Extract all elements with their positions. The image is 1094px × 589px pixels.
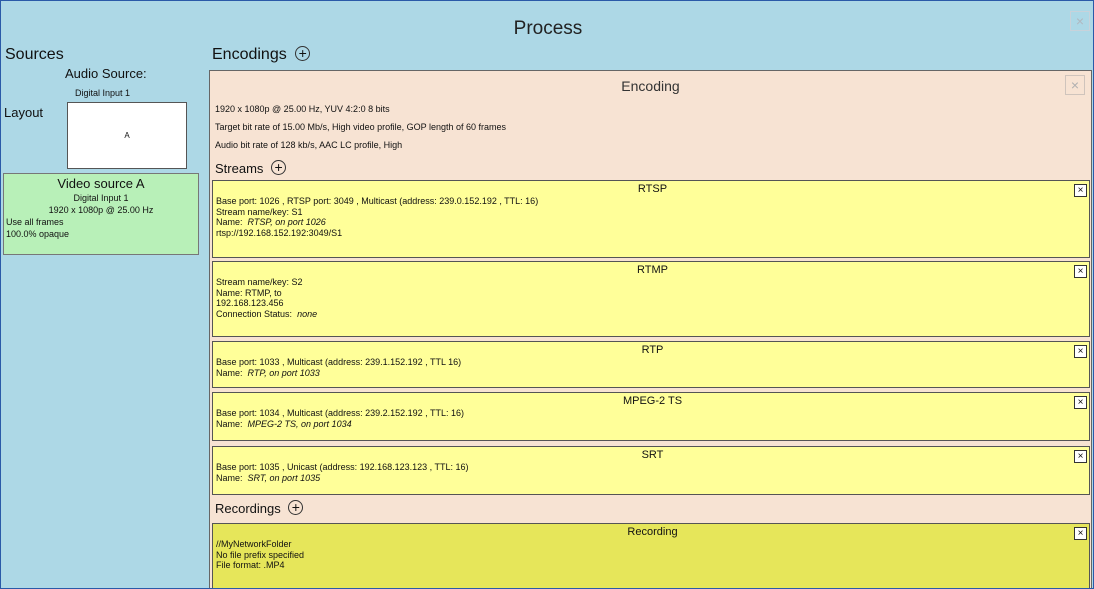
audio-source-value[interactable]: Digital Input 1: [75, 87, 130, 99]
stream-card-mpeg2ts[interactable]: MPEG-2 TS × Base port: 1034 , Multicast …: [212, 392, 1090, 441]
video-source-frames: Use all frames: [6, 217, 64, 227]
streams-heading-label: Streams: [215, 161, 264, 176]
stream-card-rtp[interactable]: RTP × Base port: 1033 , Multicast (addre…: [212, 341, 1090, 388]
stream-name-row: Name: SRT, on port 1035: [216, 473, 1089, 484]
stream-title: RTSP: [637, 183, 668, 195]
recording-title: Recording: [627, 526, 678, 538]
recording-close-button[interactable]: ×: [1074, 527, 1087, 540]
stream-name-label: Name:: [216, 472, 243, 483]
recording-prefix: No file prefix specified: [216, 549, 305, 560]
encoding-audio: Audio bit rate of 128 kb/s, AAC LC profi…: [215, 140, 403, 150]
stream-name-row: Name: RTP, on port 1033: [216, 368, 1089, 379]
stream-name-value: SRT, on port 1035: [247, 472, 321, 483]
stream-close-button[interactable]: ×: [1074, 450, 1087, 463]
add-recording-button[interactable]: +: [288, 500, 304, 515]
stream-name: Name: RTMP, to: [216, 287, 282, 298]
stream-close-button[interactable]: ×: [1074, 184, 1087, 197]
encodings-heading-label: Encodings: [212, 46, 287, 63]
process-window: Process × Sources Audio Source: Digital …: [0, 0, 1094, 589]
stream-close-button[interactable]: ×: [1074, 396, 1087, 409]
stream-url: rtsp://192.168.152.192:3049/S1: [216, 227, 343, 238]
window-title: Process: [513, 18, 583, 39]
stream-title: MPEG-2 TS: [622, 395, 683, 407]
recording-card[interactable]: Recording × //MyNetworkFolder No file pr…: [212, 523, 1090, 588]
stream-close-button[interactable]: ×: [1074, 345, 1087, 358]
encoding-bitrate: Target bit rate of 15.00 Mb/s, High vide…: [215, 122, 506, 132]
recordings-heading-label: Recordings: [215, 501, 281, 516]
stream-title: RTP: [641, 344, 664, 356]
encodings-heading: Encodings +: [212, 45, 311, 65]
recording-folder: //MyNetworkFolder: [216, 539, 292, 549]
recording-format: File format: .MP4: [216, 560, 285, 570]
stream-status-value: none: [297, 308, 318, 319]
video-source-title: Video source A: [57, 176, 145, 191]
stream-card-rtmp[interactable]: RTMP × Stream name/key: S2 Name: RTMP, t…: [212, 261, 1090, 337]
stream-detail: Base port: 1026 , RTSP port: 3049 , Mult…: [216, 196, 539, 206]
stream-name-value: RTSP, on port 1026: [247, 217, 326, 227]
stream-card-rtsp[interactable]: RTSP × Base port: 1026 , RTSP port: 3049…: [212, 180, 1090, 258]
stream-status-label: Connection Status:: [216, 308, 293, 319]
stream-detail: Base port: 1033 , Multicast (address: 23…: [216, 357, 462, 367]
add-encoding-button[interactable]: +: [295, 46, 311, 61]
audio-source-label: Audio Source:: [65, 66, 147, 81]
sources-heading: Sources: [5, 46, 64, 63]
stream-name-label: Name:: [216, 367, 243, 378]
stream-title: SRT: [641, 449, 664, 461]
stream-name-value: MPEG-2 TS, on port 1034: [247, 418, 352, 429]
stream-detail: Base port: 1034 , Multicast (address: 23…: [216, 408, 464, 418]
recordings-heading: Recordings +: [215, 500, 304, 518]
stream-status-row: Connection Status: none: [216, 309, 1089, 320]
encoding-panel[interactable]: Encoding × 1920 x 1080p @ 25.00 Hz, YUV …: [209, 70, 1092, 588]
stream-card-srt[interactable]: SRT × Base port: 1035 , Unicast (address…: [212, 446, 1090, 495]
video-source-input: Digital Input 1: [73, 193, 129, 203]
add-stream-button[interactable]: +: [271, 160, 287, 175]
stream-name-label: Name:: [216, 217, 243, 227]
stream-name-row: Name: MPEG-2 TS, on port 1034: [216, 419, 1089, 430]
stream-title: RTMP: [637, 264, 668, 276]
encoding-title: Encoding: [621, 78, 680, 94]
encoding-close-button[interactable]: ×: [1065, 75, 1085, 95]
video-source-opacity: 100.0% opaque: [6, 229, 70, 239]
stream-close-button[interactable]: ×: [1074, 265, 1087, 278]
encoding-video-format: 1920 x 1080p @ 25.00 Hz, YUV 4:2:0 8 bit…: [215, 104, 390, 114]
stream-key: Stream name/key: S1: [216, 206, 303, 217]
stream-host: 192.168.123.456: [216, 298, 284, 308]
streams-heading: Streams +: [215, 160, 287, 178]
video-source-format: 1920 x 1080p @ 25.00 Hz: [48, 205, 154, 215]
stream-name-value: RTP, on port 1033: [247, 367, 320, 378]
stream-name-label: Name:: [216, 418, 243, 429]
stream-key: Stream name/key: S2: [216, 277, 303, 287]
layout-label: Layout: [4, 105, 44, 120]
stream-detail: Base port: 1035 , Unicast (address: 192.…: [216, 462, 469, 472]
video-source-card[interactable]: Video source A Digital Input 1 1920 x 10…: [3, 173, 199, 255]
layout-preview[interactable]: A: [67, 102, 187, 169]
window-close-button[interactable]: ×: [1070, 11, 1090, 31]
stream-name-row: Name: RTSP, on port 1026: [216, 217, 1089, 228]
